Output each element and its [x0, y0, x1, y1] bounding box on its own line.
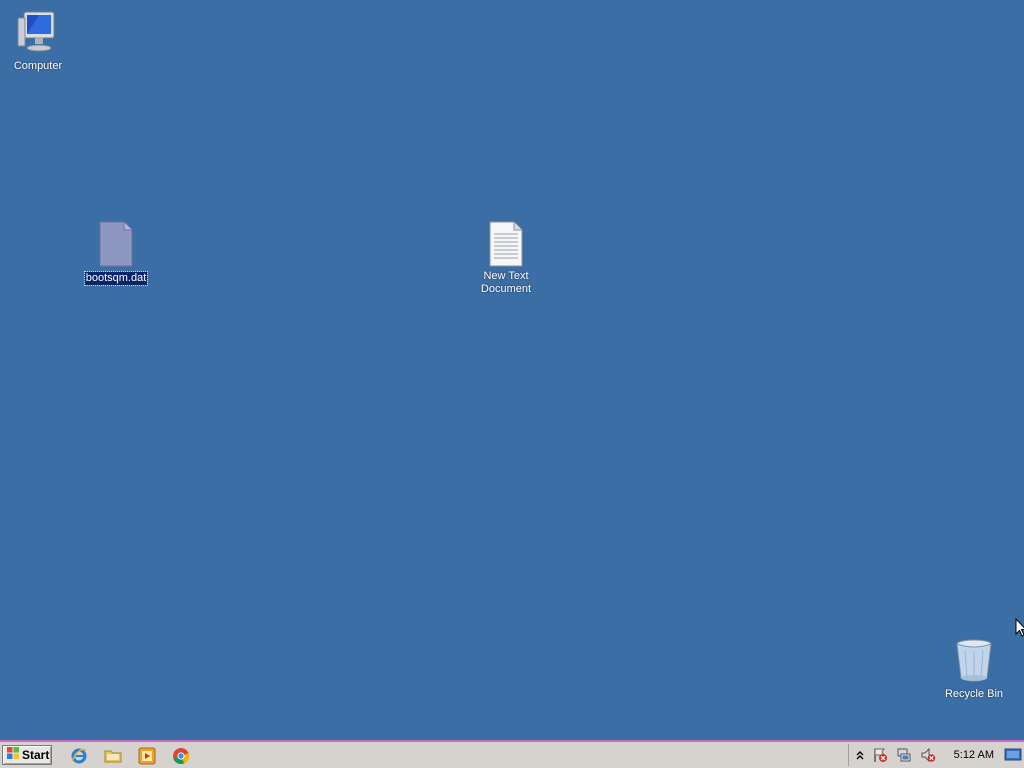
file-icon: [92, 220, 140, 268]
desktop-icon-label: bootsqm.dat: [83, 271, 149, 286]
start-label: Start: [22, 748, 50, 762]
clock[interactable]: 5:12 AM: [954, 749, 994, 761]
recycle-bin-icon: [950, 636, 998, 684]
desktop-icon-label: Recycle Bin: [944, 688, 1004, 700]
network-icon[interactable]: [895, 746, 913, 764]
chrome-icon[interactable]: [171, 746, 191, 766]
desktop-icon-label: New Text Document: [480, 270, 532, 295]
desktop: Computer bootsqm.dat New Text Document R…: [0, 0, 1024, 740]
desktop-icon-label: Computer: [13, 60, 63, 72]
volume-muted-icon[interactable]: [919, 746, 937, 764]
windows-logo-icon: [6, 746, 20, 765]
show-hidden-icons-chevron-icon[interactable]: [851, 746, 869, 764]
mouse-cursor-icon: [1015, 617, 1024, 643]
system-tray: 5:12 AM: [848, 744, 1024, 766]
text-document-icon: [482, 220, 530, 268]
media-player-icon[interactable]: [137, 746, 157, 766]
internet-explorer-icon[interactable]: [69, 746, 89, 766]
desktop-icon-bootsqm[interactable]: bootsqm.dat: [78, 220, 154, 286]
start-button[interactable]: Start: [2, 745, 52, 765]
action-center-flag-icon[interactable]: [871, 746, 889, 764]
desktop-icon-computer[interactable]: Computer: [0, 8, 76, 74]
show-desktop-icon[interactable]: [1004, 746, 1022, 764]
computer-icon: [14, 8, 62, 56]
taskbar: Start 5:12 AM: [0, 740, 1024, 768]
desktop-icon-recycle-bin[interactable]: Recycle Bin: [936, 636, 1012, 702]
folder-icon[interactable]: [103, 746, 123, 766]
desktop-icon-new-text-document[interactable]: New Text Document: [468, 220, 544, 297]
